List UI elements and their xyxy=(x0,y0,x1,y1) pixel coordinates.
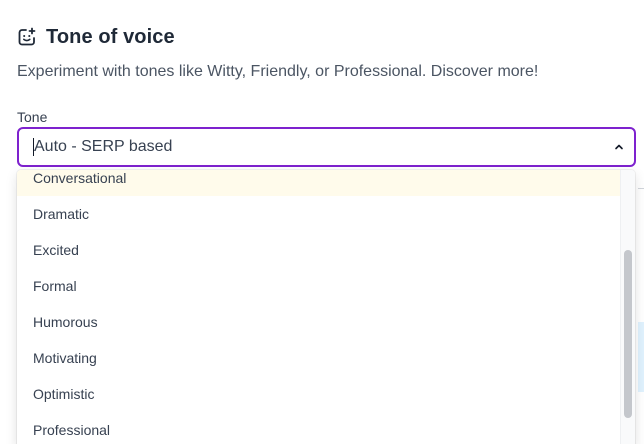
section-description: Experiment with tones like Witty, Friend… xyxy=(17,63,539,80)
tone-option-motivating[interactable]: Motivating xyxy=(17,340,620,376)
tone-option-humorous[interactable]: Humorous xyxy=(17,304,620,340)
dropdown-scrollbar-thumb[interactable] xyxy=(624,250,632,418)
tone-option-conversational[interactable]: Conversational xyxy=(17,170,620,196)
tone-option-optimistic[interactable]: Optimistic xyxy=(17,376,620,412)
chevron-up-icon[interactable] xyxy=(614,142,624,152)
tone-dropdown-menu: Conversational Dramatic Excited Formal H… xyxy=(17,170,635,444)
background-panel xyxy=(638,322,644,392)
tone-option-list: Conversational Dramatic Excited Formal H… xyxy=(17,170,620,444)
tone-select-value: Auto - SERP based xyxy=(34,138,173,155)
tone-option-dramatic[interactable]: Dramatic xyxy=(17,196,620,232)
smiley-sparkle-icon xyxy=(18,27,36,46)
section-title: Tone of voice xyxy=(46,26,175,48)
section-header: Tone of voice xyxy=(17,24,175,50)
tone-option-professional[interactable]: Professional xyxy=(17,412,620,444)
tone-select[interactable]: Auto - SERP based xyxy=(17,127,636,167)
tone-option-excited[interactable]: Excited xyxy=(17,232,620,268)
dropdown-scrollbar[interactable] xyxy=(620,170,635,444)
tone-of-voice-panel: Tone of voice Experiment with tones like… xyxy=(0,0,644,444)
background-divider xyxy=(638,188,644,189)
tone-option-formal[interactable]: Formal xyxy=(17,268,620,304)
tone-field-label: Tone xyxy=(17,109,48,125)
